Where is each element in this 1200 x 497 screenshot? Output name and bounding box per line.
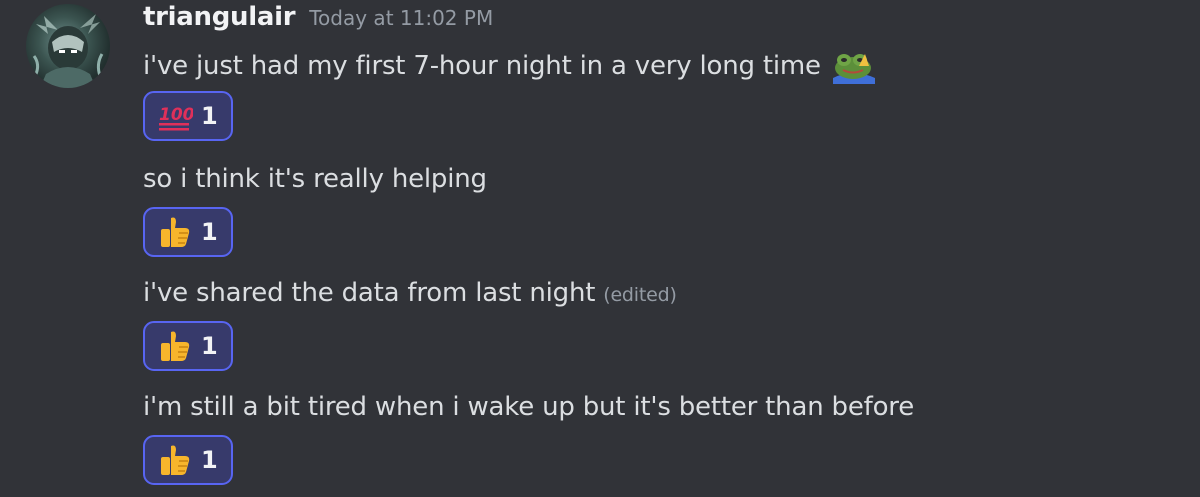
- avatar-image: [32, 14, 104, 88]
- thumbs-up-icon: [161, 217, 190, 247]
- reaction-button[interactable]: 100 1: [143, 91, 233, 141]
- reaction-count: 1: [201, 102, 218, 130]
- thumbs-up-icon: [161, 331, 190, 361]
- reaction-count: 1: [201, 446, 218, 474]
- username[interactable]: triangulair: [143, 2, 296, 32]
- reaction-button[interactable]: 1: [143, 321, 233, 371]
- message-line: i've just had my first 7-hour night in a…: [143, 47, 877, 85]
- message-header: triangulair Today at 11:02 PM: [143, 2, 493, 38]
- svg-text:100: 100: [159, 105, 193, 125]
- praying-frog-emoji-icon[interactable]: [831, 48, 877, 84]
- edited-label[interactable]: (edited): [603, 284, 677, 306]
- reaction-button[interactable]: 1: [143, 435, 233, 485]
- timestamp[interactable]: Today at 11:02 PM: [309, 6, 493, 30]
- message-text: i've just had my first 7-hour night in a…: [143, 51, 821, 81]
- message-line: i'm still a bit tired when i wake up but…: [143, 388, 914, 426]
- hundred-points-icon: 100: [159, 105, 193, 131]
- avatar[interactable]: [26, 4, 110, 88]
- message-line: i've shared the data from last night (ed…: [143, 274, 677, 312]
- reaction-button[interactable]: 1: [143, 207, 233, 257]
- thumbs-up-icon: [161, 445, 190, 475]
- message-line: so i think it's really helping: [143, 160, 487, 198]
- reaction-count: 1: [201, 332, 218, 360]
- reaction-count: 1: [201, 218, 218, 246]
- message-text: i've shared the data from last night: [143, 278, 596, 308]
- message-text: so i think it's really helping: [143, 164, 487, 194]
- message-text: i'm still a bit tired when i wake up but…: [143, 392, 915, 422]
